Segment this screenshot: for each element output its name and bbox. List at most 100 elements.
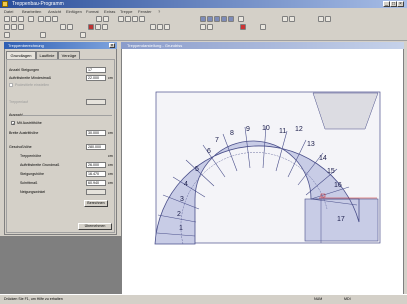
- workspace-background: [0, 236, 121, 294]
- run-label: Treppenlauf: [9, 100, 29, 104]
- pencil-icon[interactable]: [11, 24, 17, 30]
- steps-count-input[interactable]: 17: [86, 67, 106, 73]
- tab-verzuege[interactable]: Verzüge: [58, 51, 80, 59]
- new-icon[interactable]: [4, 16, 10, 22]
- delete-icon[interactable]: [240, 24, 246, 30]
- drawing-titlebar: Treppendarstellung - Grundriss: [121, 42, 404, 49]
- pointer-icon[interactable]: [4, 24, 10, 30]
- panel-title: Treppenberechnung: [8, 43, 44, 48]
- paste-icon[interactable]: [52, 16, 58, 22]
- tread-base-input[interactable]: 26.000: [86, 162, 106, 168]
- snap-icon[interactable]: [60, 24, 66, 30]
- circle-icon[interactable]: [139, 16, 145, 22]
- app-icon: [2, 1, 8, 7]
- eraser-icon[interactable]: [18, 24, 24, 30]
- field-label: Auftrittsbreite Mindestmaß: [9, 76, 51, 80]
- step-length-input[interactable]: 60.940: [86, 180, 106, 186]
- table-icon[interactable]: [214, 16, 220, 22]
- layer-select-icon[interactable]: [4, 32, 10, 38]
- field-label: Steigungshöhe: [20, 172, 44, 176]
- menu-help[interactable]: ?: [158, 9, 160, 14]
- apply-button[interactable]: Übernehmen: [78, 223, 112, 230]
- menu-edit[interactable]: Bearbeiten: [22, 9, 41, 14]
- window-title: Treppenbau-Programm: [12, 1, 64, 7]
- zoom-icon[interactable]: [318, 16, 324, 22]
- menu-file[interactable]: Datei: [4, 9, 13, 14]
- unit-label: cm: [108, 154, 113, 158]
- step-number: 5: [195, 166, 199, 173]
- step-number: 2: [177, 211, 181, 218]
- step-number: 12: [295, 126, 303, 133]
- grid-icon[interactable]: [200, 16, 206, 22]
- floor-height-input[interactable]: 280.000: [86, 144, 106, 150]
- menu-format[interactable]: Format: [86, 9, 99, 14]
- stair-icon[interactable]: [200, 24, 206, 30]
- move-icon[interactable]: [150, 24, 156, 30]
- tab-grundlagen[interactable]: Grundlagen: [6, 51, 36, 59]
- toolbar-properties: [0, 31, 407, 41]
- step-number: 6: [207, 148, 211, 155]
- minimize-icon[interactable]: _: [383, 1, 390, 7]
- landing-checkbox[interactable]: [9, 83, 13, 87]
- run-input: [86, 99, 106, 105]
- menu-window[interactable]: Fenster: [138, 9, 152, 14]
- menu-insert[interactable]: Einfügen: [66, 9, 82, 14]
- red-tool-icon[interactable]: [88, 24, 94, 30]
- field-label: Auftrittsbreite Grundmaß: [20, 163, 60, 167]
- select-icon[interactable]: [118, 16, 124, 22]
- pan-icon[interactable]: [325, 16, 331, 22]
- tool-a-icon[interactable]: [282, 16, 288, 22]
- frame-icon[interactable]: [221, 16, 227, 22]
- step-number: 4: [184, 181, 188, 188]
- railing-icon[interactable]: [207, 24, 213, 30]
- riser-height-input[interactable]: 16.470: [86, 171, 106, 177]
- menu-tools[interactable]: Extras: [104, 9, 115, 14]
- text-icon[interactable]: [102, 24, 108, 30]
- color-icon[interactable]: [40, 32, 46, 38]
- status-mdi: MDI: [344, 297, 351, 301]
- step-number: 1: [179, 225, 183, 232]
- save-icon[interactable]: [18, 16, 24, 22]
- step-number: 16: [334, 182, 342, 189]
- print-icon[interactable]: [28, 16, 34, 22]
- calculate-button[interactable]: Berechnen: [84, 200, 108, 207]
- field-label: Breite Austritthöhe: [9, 131, 39, 135]
- linetype-icon[interactable]: [80, 32, 86, 38]
- panel-close-icon[interactable]: ×: [109, 43, 115, 49]
- undo-icon[interactable]: [96, 16, 102, 22]
- view-icon[interactable]: [228, 16, 234, 22]
- dimension-icon[interactable]: [67, 24, 73, 30]
- tab-lauflinie[interactable]: Lauflinie: [36, 51, 58, 59]
- menu-view[interactable]: Ansicht: [48, 9, 61, 14]
- status-num: NUM: [314, 297, 323, 301]
- field-label: Treppenhöhe: [20, 154, 42, 158]
- landing-label: Podesttiefe einstellen: [15, 83, 50, 87]
- exit-width-input[interactable]: 30.000: [86, 130, 106, 136]
- measure-icon[interactable]: [260, 24, 266, 30]
- rotate-icon[interactable]: [157, 24, 163, 30]
- step-number: 14: [319, 155, 327, 162]
- step-number: 7: [215, 137, 219, 144]
- copy-icon[interactable]: [45, 16, 51, 22]
- mirror-icon[interactable]: [164, 24, 170, 30]
- tool-b-icon[interactable]: [289, 16, 295, 22]
- stair-plan-canvas[interactable]: 1 2 3 4 5 6 7 8 9 10 11 12 13 14 15 16 1…: [121, 49, 404, 298]
- exit-height-checkbox[interactable]: ✓: [11, 121, 15, 126]
- field-label: Neigungswinkel: [20, 190, 46, 194]
- close-icon[interactable]: ×: [397, 1, 404, 7]
- layer-icon[interactable]: [207, 16, 213, 22]
- maximize-icon[interactable]: □: [390, 1, 397, 7]
- menu-stair[interactable]: Treppe: [120, 9, 133, 14]
- step-number: 13: [307, 141, 315, 148]
- arc-icon[interactable]: [132, 16, 138, 22]
- step-number: 15: [327, 168, 335, 175]
- line-icon[interactable]: [125, 16, 131, 22]
- menu-bar: Datei Bearbeiten Ansicht Einfügen Format…: [0, 8, 407, 15]
- tread-min-input[interactable]: 22.000: [86, 75, 106, 81]
- cut-icon[interactable]: [38, 16, 44, 22]
- unit-label: cm: [108, 163, 113, 167]
- redo-icon[interactable]: [103, 16, 109, 22]
- open-icon[interactable]: [11, 16, 17, 22]
- help-icon[interactable]: [238, 16, 244, 22]
- hatch-icon[interactable]: [95, 24, 101, 30]
